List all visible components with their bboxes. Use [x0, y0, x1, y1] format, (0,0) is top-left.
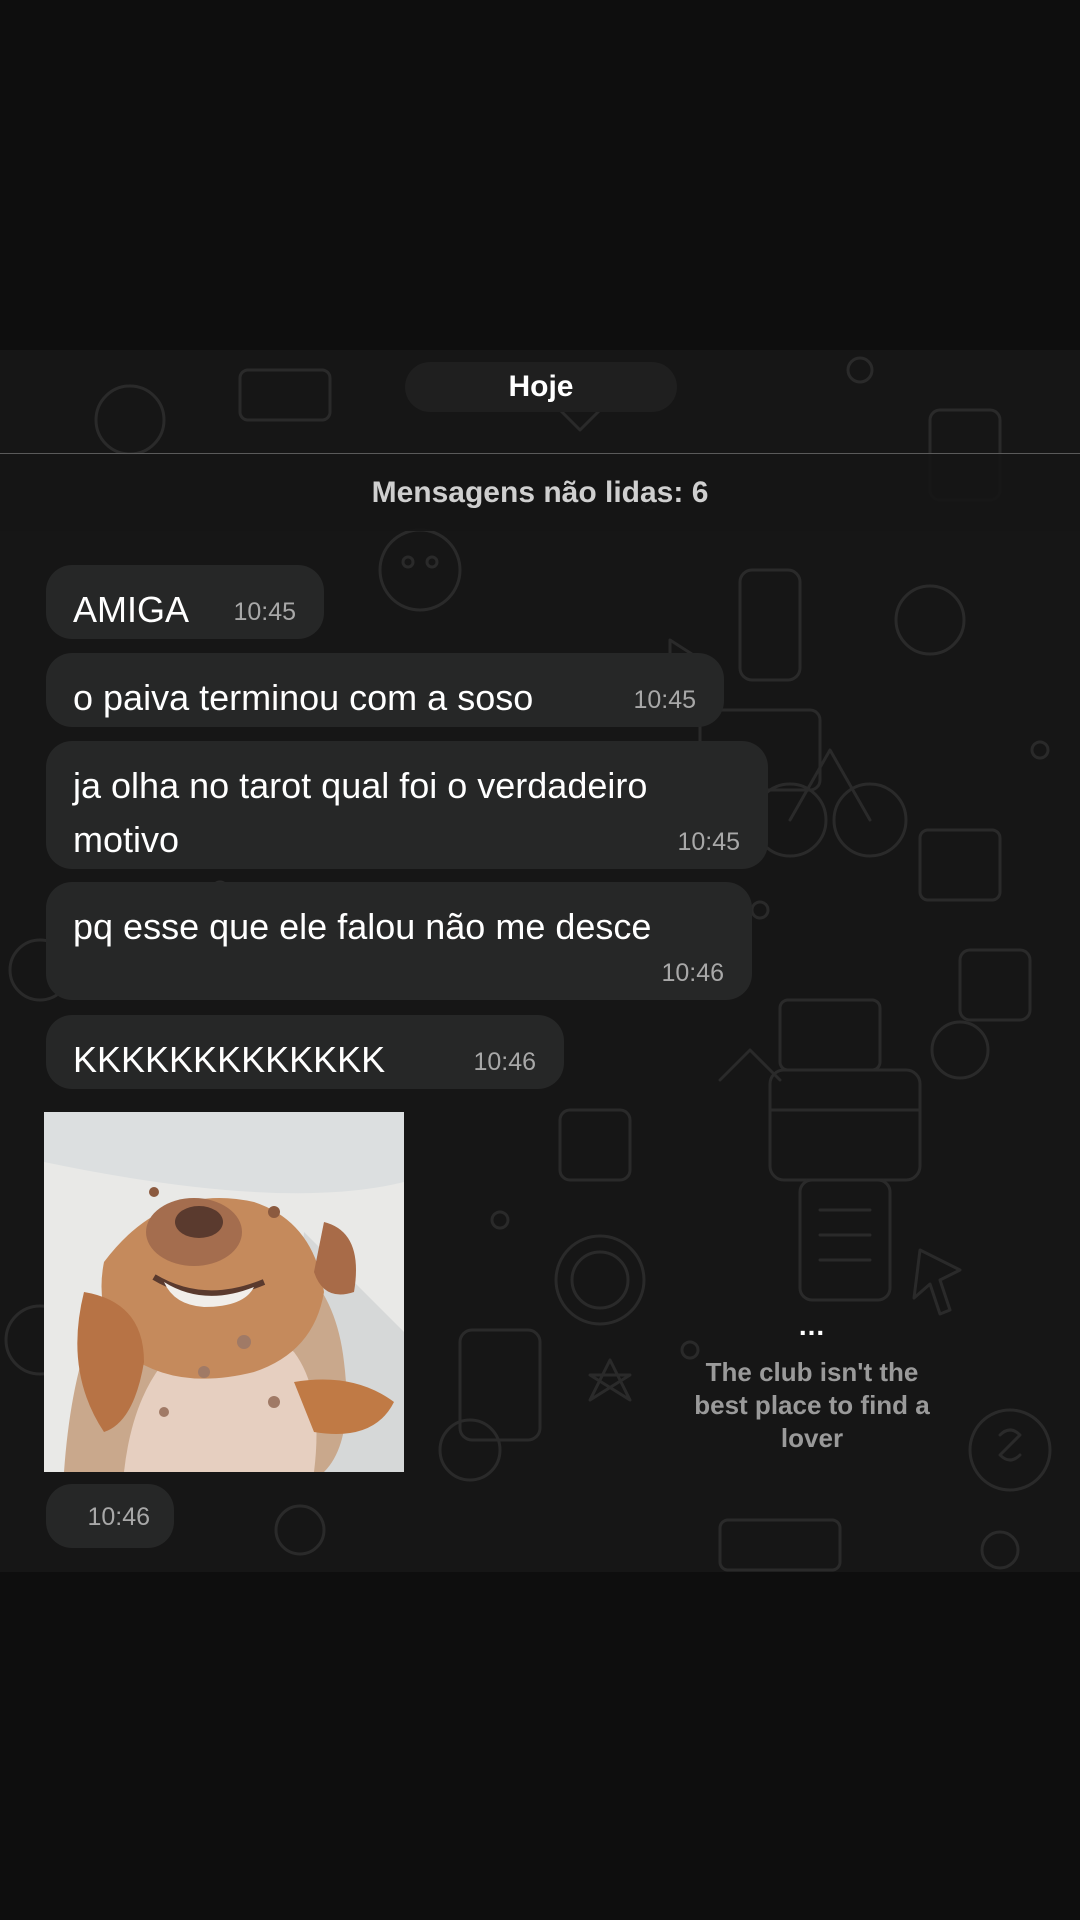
- dog-photo-illustration: [44, 1112, 404, 1472]
- message-text: ja olha no tarot qual foi o verdadeiro m…: [73, 765, 648, 860]
- message-bubble[interactable]: pq esse que ele falou não me desce 10:46: [46, 882, 752, 1000]
- message-timestamp: 10:46: [661, 959, 724, 987]
- message-timestamp: 10:45: [677, 828, 740, 856]
- message-bubble[interactable]: o paiva terminou com a soso 10:45: [46, 653, 724, 727]
- story-ellipsis-text: ...: [798, 1310, 826, 1341]
- message-timestamp: 10:46: [87, 1503, 150, 1531]
- message-text: KKKKKKKKKKKKK: [73, 1039, 386, 1080]
- screen: Hoje Mensagens não lidas: 6 AMIGA 10:45 …: [0, 0, 1080, 1920]
- message-timestamp: 10:45: [233, 598, 296, 626]
- message-timestamp: 10:46: [473, 1048, 536, 1076]
- message-text: pq esse que ele falou não me desce: [73, 906, 652, 947]
- date-separator-chip: Hoje: [405, 362, 677, 412]
- photo-timestamp-bubble[interactable]: 10:46: [46, 1484, 174, 1548]
- message-timestamp: 10:45: [633, 686, 696, 714]
- message-bubble[interactable]: ja olha no tarot qual foi o verdadeiro m…: [46, 741, 768, 869]
- chat-area[interactable]: Hoje Mensagens não lidas: 6 AMIGA 10:45 …: [0, 350, 1080, 1572]
- message-bubble[interactable]: KKKKKKKKKKKKK 10:46: [46, 1015, 564, 1089]
- story-caption-text: The club isn't the best place to find a …: [694, 1357, 930, 1453]
- message-bubble[interactable]: AMIGA 10:45: [46, 565, 324, 639]
- unread-messages-banner: Mensagens não lidas: 6: [0, 453, 1080, 531]
- dog-photo-message[interactable]: [44, 1112, 404, 1472]
- message-text: o paiva terminou com a soso: [73, 677, 534, 718]
